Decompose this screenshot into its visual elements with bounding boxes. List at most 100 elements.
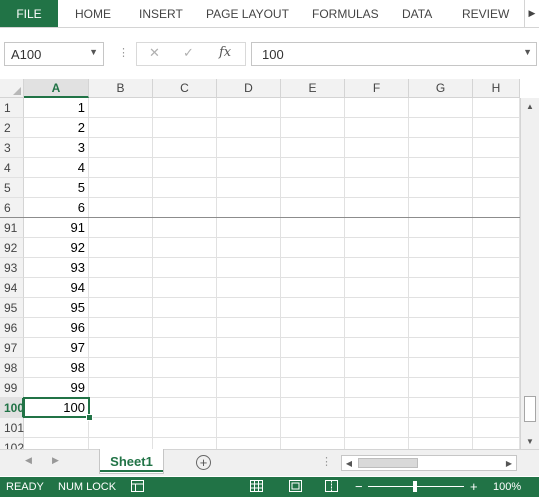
cell-a1[interactable]: 1 <box>24 98 89 118</box>
cell-f3[interactable] <box>345 138 409 158</box>
column-header-a[interactable]: A <box>24 79 89 98</box>
cell-d100[interactable] <box>217 398 281 418</box>
tab-formulas[interactable]: FORMULAS <box>312 0 379 27</box>
cell-c4[interactable] <box>153 158 217 178</box>
cell-e5[interactable] <box>281 178 345 198</box>
cell-g3[interactable] <box>409 138 473 158</box>
cell-b102[interactable] <box>89 438 153 449</box>
page-break-preview-icon[interactable] <box>325 480 338 492</box>
cell-d5[interactable] <box>217 178 281 198</box>
cell-h102[interactable] <box>473 438 520 449</box>
cell-d93[interactable] <box>217 258 281 278</box>
horizontal-scroll-thumb[interactable] <box>358 458 418 468</box>
cell-h93[interactable] <box>473 258 520 278</box>
cell-a5[interactable]: 5 <box>24 178 89 198</box>
cell-d96[interactable] <box>217 318 281 338</box>
cell-d98[interactable] <box>217 358 281 378</box>
cell-g94[interactable] <box>409 278 473 298</box>
cell-h97[interactable] <box>473 338 520 358</box>
cell-a99[interactable]: 99 <box>24 378 89 398</box>
cell-g6[interactable] <box>409 198 473 218</box>
row-header[interactable]: 98 <box>0 358 24 378</box>
splitter-handle-icon[interactable]: ⋮ <box>321 455 332 468</box>
cell-e94[interactable] <box>281 278 345 298</box>
cell-b93[interactable] <box>89 258 153 278</box>
cell-e93[interactable] <box>281 258 345 278</box>
cell-f92[interactable] <box>345 238 409 258</box>
cell-c101[interactable] <box>153 418 217 438</box>
cell-a3[interactable]: 3 <box>24 138 89 158</box>
vertical-scroll-thumb[interactable] <box>524 396 536 422</box>
cell-h6[interactable] <box>473 198 520 218</box>
cell-g93[interactable] <box>409 258 473 278</box>
cell-a96[interactable]: 96 <box>24 318 89 338</box>
cell-d92[interactable] <box>217 238 281 258</box>
cell-h92[interactable] <box>473 238 520 258</box>
cell-f101[interactable] <box>345 418 409 438</box>
cell-a91[interactable]: 91 <box>24 218 89 238</box>
cell-b101[interactable] <box>89 418 153 438</box>
cell-f91[interactable] <box>345 218 409 238</box>
row-header[interactable]: 3 <box>0 138 24 158</box>
zoom-in-button[interactable]: + <box>470 479 478 494</box>
cell-g92[interactable] <box>409 238 473 258</box>
cell-f2[interactable] <box>345 118 409 138</box>
scroll-left-icon[interactable]: ◀ <box>342 456 356 470</box>
row-header[interactable]: 94 <box>0 278 24 298</box>
sheet-tab-active[interactable]: Sheet1 <box>99 449 164 474</box>
cell-b6[interactable] <box>89 198 153 218</box>
row-header[interactable]: 96 <box>0 318 24 338</box>
cell-g102[interactable] <box>409 438 473 449</box>
cell-c6[interactable] <box>153 198 217 218</box>
scroll-down-icon[interactable]: ▼ <box>521 433 539 449</box>
cell-c91[interactable] <box>153 218 217 238</box>
cell-e98[interactable] <box>281 358 345 378</box>
cell-f96[interactable] <box>345 318 409 338</box>
cell-f4[interactable] <box>345 158 409 178</box>
scroll-right-icon[interactable]: ▶ <box>502 456 516 470</box>
cell-a101[interactable] <box>24 418 89 438</box>
cell-e91[interactable] <box>281 218 345 238</box>
cell-a6[interactable]: 6 <box>24 198 89 218</box>
cell-f100[interactable] <box>345 398 409 418</box>
cell-g100[interactable] <box>409 398 473 418</box>
cell-g5[interactable] <box>409 178 473 198</box>
vertical-scrollbar[interactable]: ▲ ▼ <box>520 98 539 449</box>
ribbon-scroll-right-icon[interactable]: ▶ <box>524 0 539 27</box>
cell-b4[interactable] <box>89 158 153 178</box>
cell-f102[interactable] <box>345 438 409 449</box>
cell-b92[interactable] <box>89 238 153 258</box>
cell-b98[interactable] <box>89 358 153 378</box>
cell-a94[interactable]: 94 <box>24 278 89 298</box>
cell-d99[interactable] <box>217 378 281 398</box>
cell-c102[interactable] <box>153 438 217 449</box>
cell-c96[interactable] <box>153 318 217 338</box>
cell-a97[interactable]: 97 <box>24 338 89 358</box>
fill-handle[interactable] <box>86 414 93 421</box>
cell-h2[interactable] <box>473 118 520 138</box>
cell-b5[interactable] <box>89 178 153 198</box>
cell-b91[interactable] <box>89 218 153 238</box>
next-sheet-icon[interactable]: ▶ <box>52 455 59 466</box>
column-header-h[interactable]: H <box>473 79 520 98</box>
column-header-b[interactable]: B <box>89 79 153 98</box>
row-header[interactable]: 95 <box>0 298 24 318</box>
cell-h94[interactable] <box>473 278 520 298</box>
column-header-d[interactable]: D <box>217 79 281 98</box>
row-header[interactable]: 1 <box>0 98 24 118</box>
column-header-g[interactable]: G <box>409 79 473 98</box>
cell-h96[interactable] <box>473 318 520 338</box>
cell-b94[interactable] <box>89 278 153 298</box>
cell-e4[interactable] <box>281 158 345 178</box>
cell-h3[interactable] <box>473 138 520 158</box>
row-header[interactable]: 102 <box>0 438 24 449</box>
row-header[interactable]: 2 <box>0 118 24 138</box>
cell-f95[interactable] <box>345 298 409 318</box>
new-sheet-icon[interactable]: + <box>196 455 211 470</box>
zoom-out-button[interactable]: − <box>355 479 363 494</box>
cell-d94[interactable] <box>217 278 281 298</box>
cell-b95[interactable] <box>89 298 153 318</box>
tab-home[interactable]: HOME <box>75 0 111 27</box>
zoom-level[interactable]: 100% <box>493 481 521 493</box>
cell-h4[interactable] <box>473 158 520 178</box>
